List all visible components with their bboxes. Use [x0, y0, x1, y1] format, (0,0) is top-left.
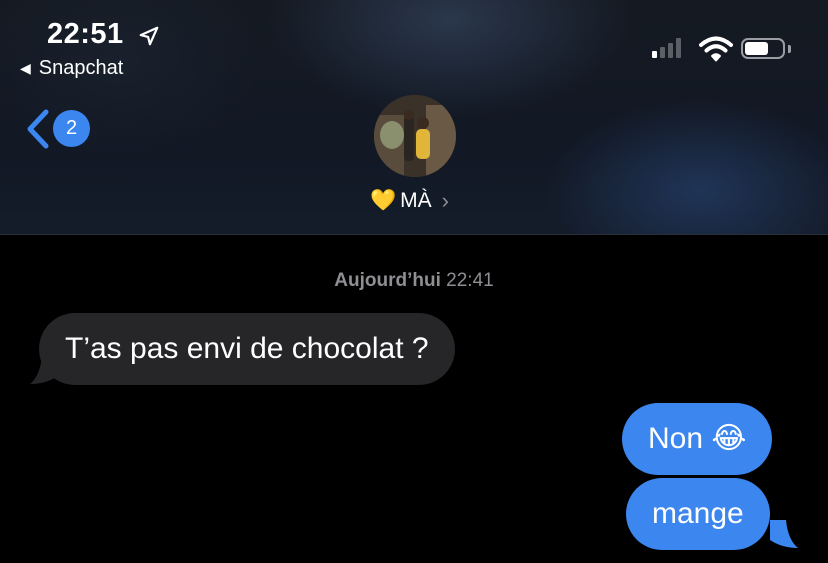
unread-count-badge[interactable]: 2: [53, 110, 90, 147]
message-text: Non 😂: [648, 422, 747, 455]
message-bubble-incoming[interactable]: T’as pas envi de chocolat ?: [39, 313, 455, 385]
battery-icon: [741, 38, 785, 59]
date-stamp: Aujourd’hui 22:41: [0, 270, 828, 292]
message-text: T’as pas envi de chocolat ?: [65, 332, 429, 365]
back-chevron-icon[interactable]: [24, 108, 52, 150]
outgoing-bubble-tail: [770, 520, 798, 548]
chevron-right-icon: ›: [441, 188, 449, 213]
chat-header: 22:51 ◀ Snapchat 2 💛 MÀ ›: [0, 0, 828, 235]
back-app-label: Snapchat: [38, 57, 124, 79]
contact-name-row[interactable]: 💛 MÀ ›: [370, 188, 449, 214]
contact-avatar[interactable]: [374, 95, 456, 177]
contact-name: MÀ: [400, 189, 432, 212]
avatar-photo: [374, 95, 456, 177]
back-triangle-icon: ◀: [20, 60, 31, 76]
back-to-app[interactable]: ◀ Snapchat: [20, 57, 123, 80]
message-bubble-outgoing[interactable]: Non 😂: [622, 403, 773, 475]
contact-emoji: 💛: [370, 189, 397, 212]
date-label: Aujourd’hui: [334, 270, 441, 291]
message-text: mange: [652, 497, 744, 530]
battery-cap: [788, 45, 791, 53]
location-arrow-icon: [139, 26, 159, 46]
message-bubble-outgoing[interactable]: mange: [626, 478, 770, 550]
wifi-icon: [699, 36, 733, 62]
cellular-signal-icon: [652, 38, 681, 58]
date-time: 22:41: [446, 270, 494, 291]
status-time: 22:51: [47, 18, 124, 50]
